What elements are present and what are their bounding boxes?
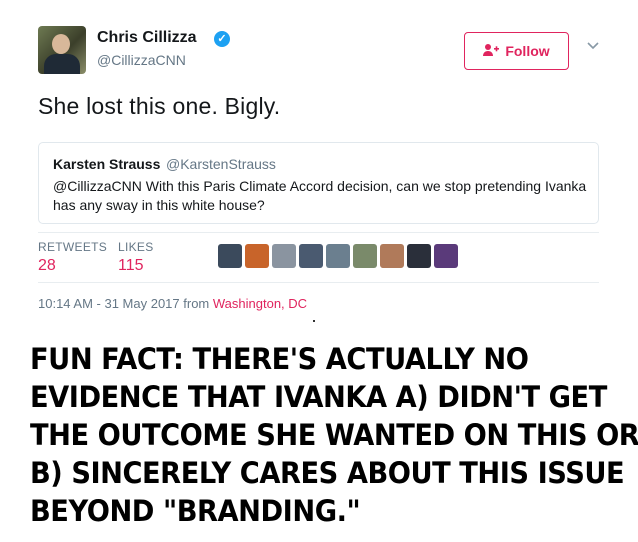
follow-button[interactable]: Follow [464, 32, 569, 70]
liker-avatar[interactable] [245, 244, 269, 268]
add-user-icon [483, 43, 500, 60]
artifact-dot [313, 320, 315, 322]
author-avatar[interactable] [38, 26, 86, 74]
quoted-author-handle: @KarstenStrauss [166, 156, 276, 172]
divider [38, 282, 599, 283]
chevron-down-icon[interactable] [585, 38, 601, 54]
caption-line: THE OUTCOME SHE WANTED ON THIS OR [30, 418, 638, 452]
avatar-body [44, 54, 80, 74]
liker-avatars [218, 244, 458, 268]
likes-count[interactable]: 115 [118, 257, 144, 275]
meme-caption: FUN FACT: THERE'S ACTUALLY NO EVIDENCE T… [30, 340, 638, 530]
quoted-tweet[interactable]: Karsten Strauss @KarstenStrauss @Cillizz… [38, 142, 599, 224]
liker-avatar[interactable] [299, 244, 323, 268]
author-handle[interactable]: @CillizzaCNN [97, 52, 186, 68]
liker-avatar[interactable] [434, 244, 458, 268]
retweets-count[interactable]: 28 [38, 257, 56, 275]
liker-avatar[interactable] [353, 244, 377, 268]
quoted-text: @CillizzaCNN With this Paris Climate Acc… [53, 178, 587, 213]
liker-avatar[interactable] [326, 244, 350, 268]
tweet-timestamp: 10:14 AM - 31 May 2017 from Washington, … [38, 296, 307, 311]
caption-line: B) SINCERELY CARES ABOUT THIS ISSUE [30, 456, 625, 490]
tweet-text: She lost this one. Bigly. [38, 93, 281, 119]
quoted-author-name: Karsten Strauss [53, 156, 161, 172]
liker-avatar[interactable] [380, 244, 404, 268]
caption-line: FUN FACT: THERE'S ACTUALLY NO [30, 342, 529, 376]
author-name[interactable]: Chris Cillizza [97, 29, 197, 47]
verified-badge-icon: ✓ [214, 31, 230, 47]
follow-label: Follow [505, 43, 550, 59]
liker-avatar[interactable] [407, 244, 431, 268]
liker-avatar[interactable] [272, 244, 296, 268]
liker-avatar[interactable] [218, 244, 242, 268]
location-link[interactable]: Washington, DC [213, 296, 307, 311]
avatar-head [52, 34, 70, 54]
likes-label[interactable]: LIKES [118, 240, 154, 254]
caption-line: EVIDENCE THAT IVANKA A) DIDN'T GET [30, 380, 607, 414]
timestamp-text[interactable]: 10:14 AM - 31 May 2017 from [38, 296, 213, 311]
divider [38, 232, 599, 233]
retweets-label[interactable]: RETWEETS [38, 240, 107, 254]
caption-line: BEYOND "BRANDING." [30, 494, 361, 528]
